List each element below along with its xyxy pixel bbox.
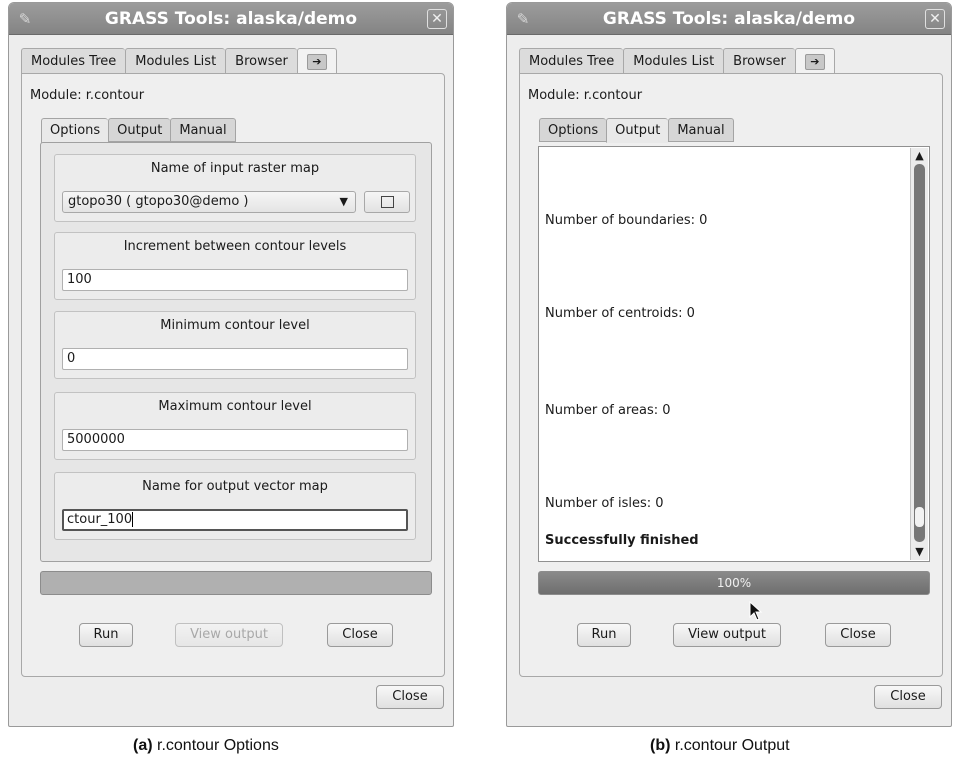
subtab-output[interactable]: Output	[108, 118, 171, 142]
minimum-level-group: Minimum contour level 0	[54, 311, 416, 379]
caption-letter: (b)	[650, 737, 671, 754]
output-vector-field[interactable]: ctour_100	[62, 509, 408, 531]
module-label: Module: r.contour	[30, 88, 145, 103]
pen-icon[interactable]: ✎	[515, 9, 531, 29]
subtab-options[interactable]: Options	[41, 118, 109, 143]
subtab-output[interactable]: Output	[606, 118, 669, 143]
options-panel: Name of input raster map gtopo30 ( gtopo…	[40, 142, 432, 562]
module-subtabs: Options Output Manual	[41, 118, 236, 143]
close-icon[interactable]: ✕	[925, 9, 945, 29]
caption-a: (a) r.contour Options	[133, 737, 279, 755]
subtab-manual[interactable]: Manual	[668, 118, 734, 142]
increment-field[interactable]: 100	[62, 269, 408, 291]
tab-browser[interactable]: Browser	[723, 48, 795, 74]
view-output-button[interactable]: View output	[673, 623, 781, 647]
chevron-down-icon: ▼	[339, 195, 348, 208]
caption-b: (b) r.contour Output	[650, 737, 790, 755]
output-line: Number of centroids: 0	[545, 306, 695, 321]
caption-text: r.contour Options	[152, 737, 279, 754]
window-titlebar[interactable]: ✎ GRASS Tools: alaska/demo ✕	[9, 3, 453, 35]
output-log[interactable]: Number of boundaries: 0 Number of centro…	[538, 146, 930, 562]
mouse-cursor-icon	[749, 601, 763, 621]
tab-modules-list[interactable]: Modules List	[623, 48, 724, 74]
increment-group: Increment between contour levels 100	[54, 232, 416, 300]
run-button[interactable]: Run	[79, 623, 133, 647]
square-icon	[381, 196, 394, 208]
browse-map-button[interactable]	[364, 191, 410, 213]
close-window-button[interactable]: Close	[874, 685, 942, 709]
scrollbar-track[interactable]	[914, 164, 925, 542]
tab-modules-tree[interactable]: Modules Tree	[21, 48, 126, 74]
window-titlebar[interactable]: ✎ GRASS Tools: alaska/demo ✕	[507, 3, 951, 35]
close-icon[interactable]: ✕	[427, 9, 447, 29]
output-line: Number of boundaries: 0	[545, 213, 708, 228]
output-line: Number of areas: 0	[545, 403, 671, 418]
run-button[interactable]: Run	[577, 623, 631, 647]
output-vector-group: Name for output vector map ctour_100	[54, 472, 416, 540]
pen-icon[interactable]: ✎	[17, 9, 33, 29]
window-title: GRASS Tools: alaska/demo	[602, 8, 856, 29]
minimum-level-field[interactable]: 0	[62, 348, 408, 370]
scroll-up-icon[interactable]: ▲	[911, 148, 928, 164]
increment-label: Increment between contour levels	[123, 239, 347, 254]
finished-line: Successfully finished	[545, 533, 699, 548]
module-subtabs: Options Output Manual	[539, 118, 734, 143]
close-module-button[interactable]: Close	[825, 623, 891, 647]
module-panel: Module: r.contour Options Output Manual …	[519, 73, 943, 677]
close-module-button[interactable]: Close	[327, 623, 393, 647]
arrow-right-icon: ➔	[804, 53, 825, 70]
main-tabbar: Modules Tree Modules List Browser ➔	[519, 48, 835, 75]
tab-browser[interactable]: Browser	[225, 48, 297, 74]
scroll-down-icon[interactable]: ▼	[911, 544, 928, 560]
caption-letter: (a)	[133, 737, 153, 754]
text-caret	[132, 512, 134, 527]
tab-module-run[interactable]: ➔	[794, 48, 835, 75]
subtab-options[interactable]: Options	[539, 118, 607, 142]
grass-tools-window-options: ✎ GRASS Tools: alaska/demo ✕ Modules Tre…	[8, 2, 454, 727]
input-raster-value: gtopo30 ( gtopo30@demo )	[68, 194, 249, 209]
main-tabbar: Modules Tree Modules List Browser ➔	[21, 48, 337, 75]
input-raster-select[interactable]: gtopo30 ( gtopo30@demo ) ▼	[62, 191, 356, 213]
module-label: Module: r.contour	[528, 88, 643, 103]
input-raster-label: Name of input raster map	[150, 161, 320, 176]
tab-module-run[interactable]: ➔	[296, 48, 337, 75]
output-line: Number of isles: 0	[545, 496, 664, 511]
maximum-level-label: Maximum contour level	[158, 399, 312, 414]
maximum-level-field[interactable]: 5000000	[62, 429, 408, 451]
progress-bar: 100%	[538, 571, 930, 595]
window-title: GRASS Tools: alaska/demo	[104, 8, 358, 29]
tab-modules-list[interactable]: Modules List	[125, 48, 226, 74]
output-vector-value: ctour_100	[67, 512, 133, 527]
module-panel: Module: r.contour Options Output Manual …	[21, 73, 445, 677]
output-vector-label: Name for output vector map	[142, 479, 328, 494]
subtab-manual[interactable]: Manual	[170, 118, 236, 142]
output-scrollbar[interactable]: ▲ ▼	[910, 148, 928, 560]
maximum-level-group: Maximum contour level 5000000	[54, 392, 416, 460]
view-output-button[interactable]: View output	[175, 623, 283, 647]
arrow-right-icon: ➔	[306, 53, 327, 70]
tab-modules-tree[interactable]: Modules Tree	[519, 48, 624, 74]
progress-bar	[40, 571, 432, 595]
scrollbar-thumb[interactable]	[914, 506, 925, 528]
grass-tools-window-output: ✎ GRASS Tools: alaska/demo ✕ Modules Tre…	[506, 2, 952, 727]
caption-text: r.contour Output	[670, 737, 790, 754]
input-raster-group: Name of input raster map gtopo30 ( gtopo…	[54, 154, 416, 222]
minimum-level-label: Minimum contour level	[160, 318, 310, 333]
close-window-button[interactable]: Close	[376, 685, 444, 709]
